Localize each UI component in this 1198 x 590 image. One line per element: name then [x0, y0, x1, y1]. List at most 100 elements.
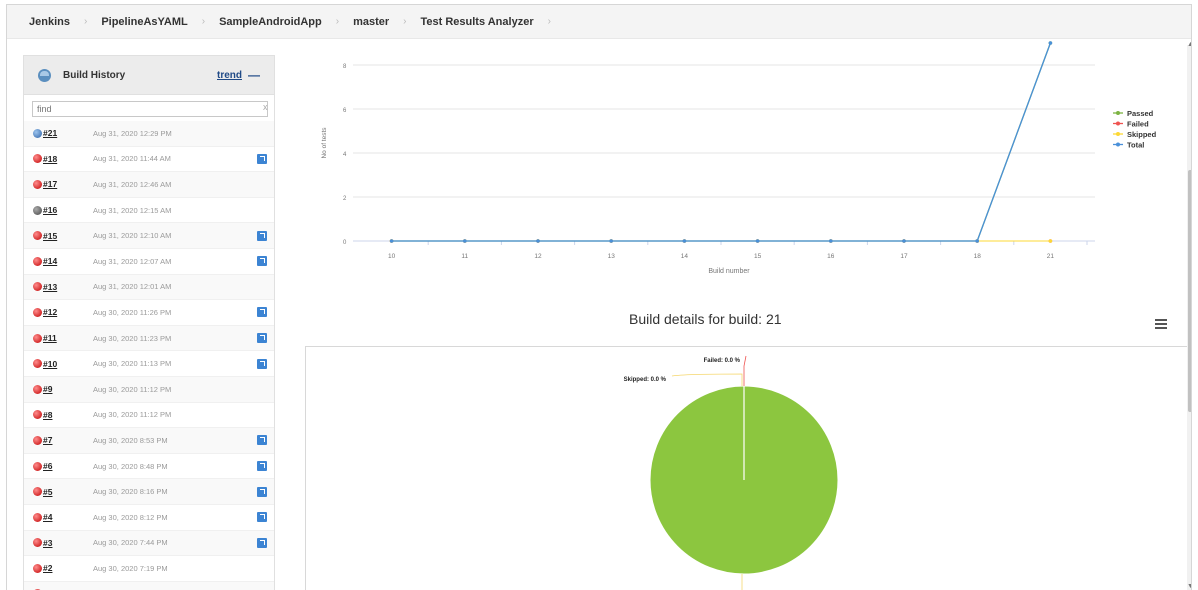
legend-label[interactable]: Total	[1127, 141, 1144, 150]
build-number-link[interactable]: #11	[43, 333, 93, 343]
build-row: #6 Aug 30, 2020 8:48 PM	[24, 454, 274, 480]
pie-label-skipped: Skipped: 0.0 %	[624, 377, 667, 383]
x-tick-label: 11	[461, 253, 468, 260]
legend-marker	[1116, 121, 1120, 126]
build-date: Aug 30, 2020 11:13 PM	[93, 359, 172, 369]
build-number-link[interactable]: #3	[43, 538, 93, 548]
data-point[interactable]	[682, 239, 687, 243]
build-number-link[interactable]: #8	[43, 410, 93, 420]
data-point[interactable]	[829, 239, 833, 243]
y-tick-label: 0	[343, 240, 347, 246]
build-console-icon[interactable]	[257, 512, 267, 523]
y-tick-label: 6	[343, 108, 347, 114]
legend-marker	[1116, 132, 1120, 136]
legend-label[interactable]: Passed	[1127, 109, 1154, 118]
build-status-icon	[33, 563, 42, 573]
build-number-link[interactable]: #6	[43, 461, 93, 471]
legend-label[interactable]: Skipped	[1127, 130, 1157, 139]
build-number-link[interactable]: #9	[43, 384, 93, 394]
build-date: Aug 30, 2020 11:12 PM	[93, 384, 172, 394]
x-tick-label: 15	[754, 253, 762, 260]
build-date: Aug 30, 2020 11:26 PM	[93, 307, 172, 317]
build-date: Aug 30, 2020 8:12 PM	[93, 512, 168, 522]
build-console-icon[interactable]	[257, 358, 267, 369]
data-point[interactable]	[463, 239, 467, 243]
x-tick-label: 17	[900, 253, 908, 260]
x-tick-label: 21	[1047, 253, 1055, 260]
build-status-icon	[33, 359, 42, 369]
build-date: Aug 30, 2020 7:44 PM	[93, 538, 168, 548]
y-tick-label: 8	[343, 64, 347, 70]
legend-marker	[1116, 142, 1120, 147]
build-details-title: Build details for build: 21	[629, 311, 782, 327]
build-status-icon	[33, 512, 42, 522]
failed-connector	[743, 355, 747, 386]
pie-chart: Failed: 0.0 % Skipped: 0.0 %	[624, 355, 839, 590]
build-console-icon[interactable]	[257, 537, 267, 548]
build-status-icon	[33, 461, 42, 471]
x-tick-label: 16	[827, 253, 835, 260]
scroll-down-icon[interactable]: ▼	[1187, 583, 1191, 590]
jenkins-page: Jenkins › PipelineAsYAML › SampleAndroidApp ›…	[6, 4, 1192, 590]
build-row: #1Aug 30, 2020 7:13 PM	[24, 581, 274, 590]
build-status-icon	[33, 487, 42, 497]
series-line-total	[391, 42, 1052, 242]
build-status-icon	[33, 538, 42, 548]
series-line-passed	[391, 42, 1052, 242]
build-row: #4 Aug 30, 2020 8:12 PM	[24, 505, 274, 531]
build-row: #8 Aug 30, 2020 11:12 PM	[24, 403, 274, 429]
build-console-icon[interactable]	[257, 435, 267, 446]
x-tick-label: 18	[974, 253, 982, 260]
build-date: Aug 30, 2020 11:23 PM	[93, 333, 172, 343]
x-tick-label: 10	[388, 253, 396, 260]
trend-chart: 0 2 4 6 8 10 11 12 13 14 15 16 17 18 21 Build number No …	[321, 41, 1157, 275]
scrollbar-thumb[interactable]	[1188, 170, 1191, 412]
data-point[interactable]	[755, 239, 760, 243]
chart-menu-icon[interactable]	[1155, 319, 1167, 329]
build-number-link[interactable]: #12	[43, 307, 93, 317]
build-number-link[interactable]: #10	[43, 359, 93, 369]
x-tick-label: 13	[608, 253, 616, 260]
build-date: Aug 30, 2020 8:48 PM	[93, 461, 168, 471]
data-point[interactable]	[902, 239, 906, 243]
build-status-icon	[33, 384, 42, 394]
build-number-link[interactable]: #7	[43, 435, 93, 445]
build-console-icon[interactable]	[257, 333, 267, 344]
build-row: #11 Aug 30, 2020 11:23 PM	[24, 325, 274, 352]
y-tick-label: 2	[343, 196, 347, 202]
pie-label-failed: Failed: 0.0 %	[704, 358, 741, 364]
build-console-icon[interactable]	[257, 461, 267, 472]
build-number-link[interactable]: #4	[43, 512, 93, 522]
legend-label[interactable]: Failed	[1127, 120, 1149, 129]
build-number-link[interactable]: #5	[43, 487, 93, 497]
build-number-link[interactable]: #2	[43, 563, 93, 573]
build-status-icon	[33, 307, 42, 317]
build-row: #10 Aug 30, 2020 11:13 PM	[24, 351, 274, 377]
data-point[interactable]	[975, 239, 979, 243]
data-point[interactable]	[609, 239, 613, 243]
y-tick-label: 4	[343, 152, 347, 158]
build-date: Aug 30, 2020 11:12 PM	[93, 410, 172, 420]
build-row: #9 Aug 30, 2020 11:12 PM	[24, 376, 274, 403]
build-row: #3 Aug 30, 2020 7:44 PM	[24, 530, 274, 557]
data-point[interactable]	[1048, 239, 1053, 243]
data-point[interactable]	[1048, 41, 1053, 45]
scroll-up-icon[interactable]: ▲	[1187, 41, 1191, 48]
build-console-icon[interactable]	[257, 307, 267, 318]
y-axis-label: No of tests	[321, 127, 328, 159]
pie-panel: Failed: 0.0 % Skipped: 0.0 %	[305, 346, 1191, 590]
data-point[interactable]	[389, 239, 394, 243]
build-console-icon[interactable]	[257, 486, 267, 497]
build-row: #7 Aug 30, 2020 8:53 PM	[24, 428, 274, 454]
build-status-icon	[33, 435, 42, 445]
build-row: #5 Aug 30, 2020 8:16 PM	[24, 479, 274, 505]
x-tick-label: 14	[681, 253, 689, 260]
x-axis-label: Build number	[708, 268, 750, 275]
skipped-connector	[671, 373, 743, 386]
build-date: Aug 30, 2020 8:53 PM	[93, 435, 168, 445]
data-point[interactable]	[536, 239, 540, 243]
build-status-icon	[33, 333, 42, 343]
build-date: Aug 30, 2020 8:16 PM	[93, 487, 168, 497]
x-tick-label: 12	[534, 253, 542, 260]
build-date: Aug 30, 2020 7:19 PM	[93, 563, 168, 573]
